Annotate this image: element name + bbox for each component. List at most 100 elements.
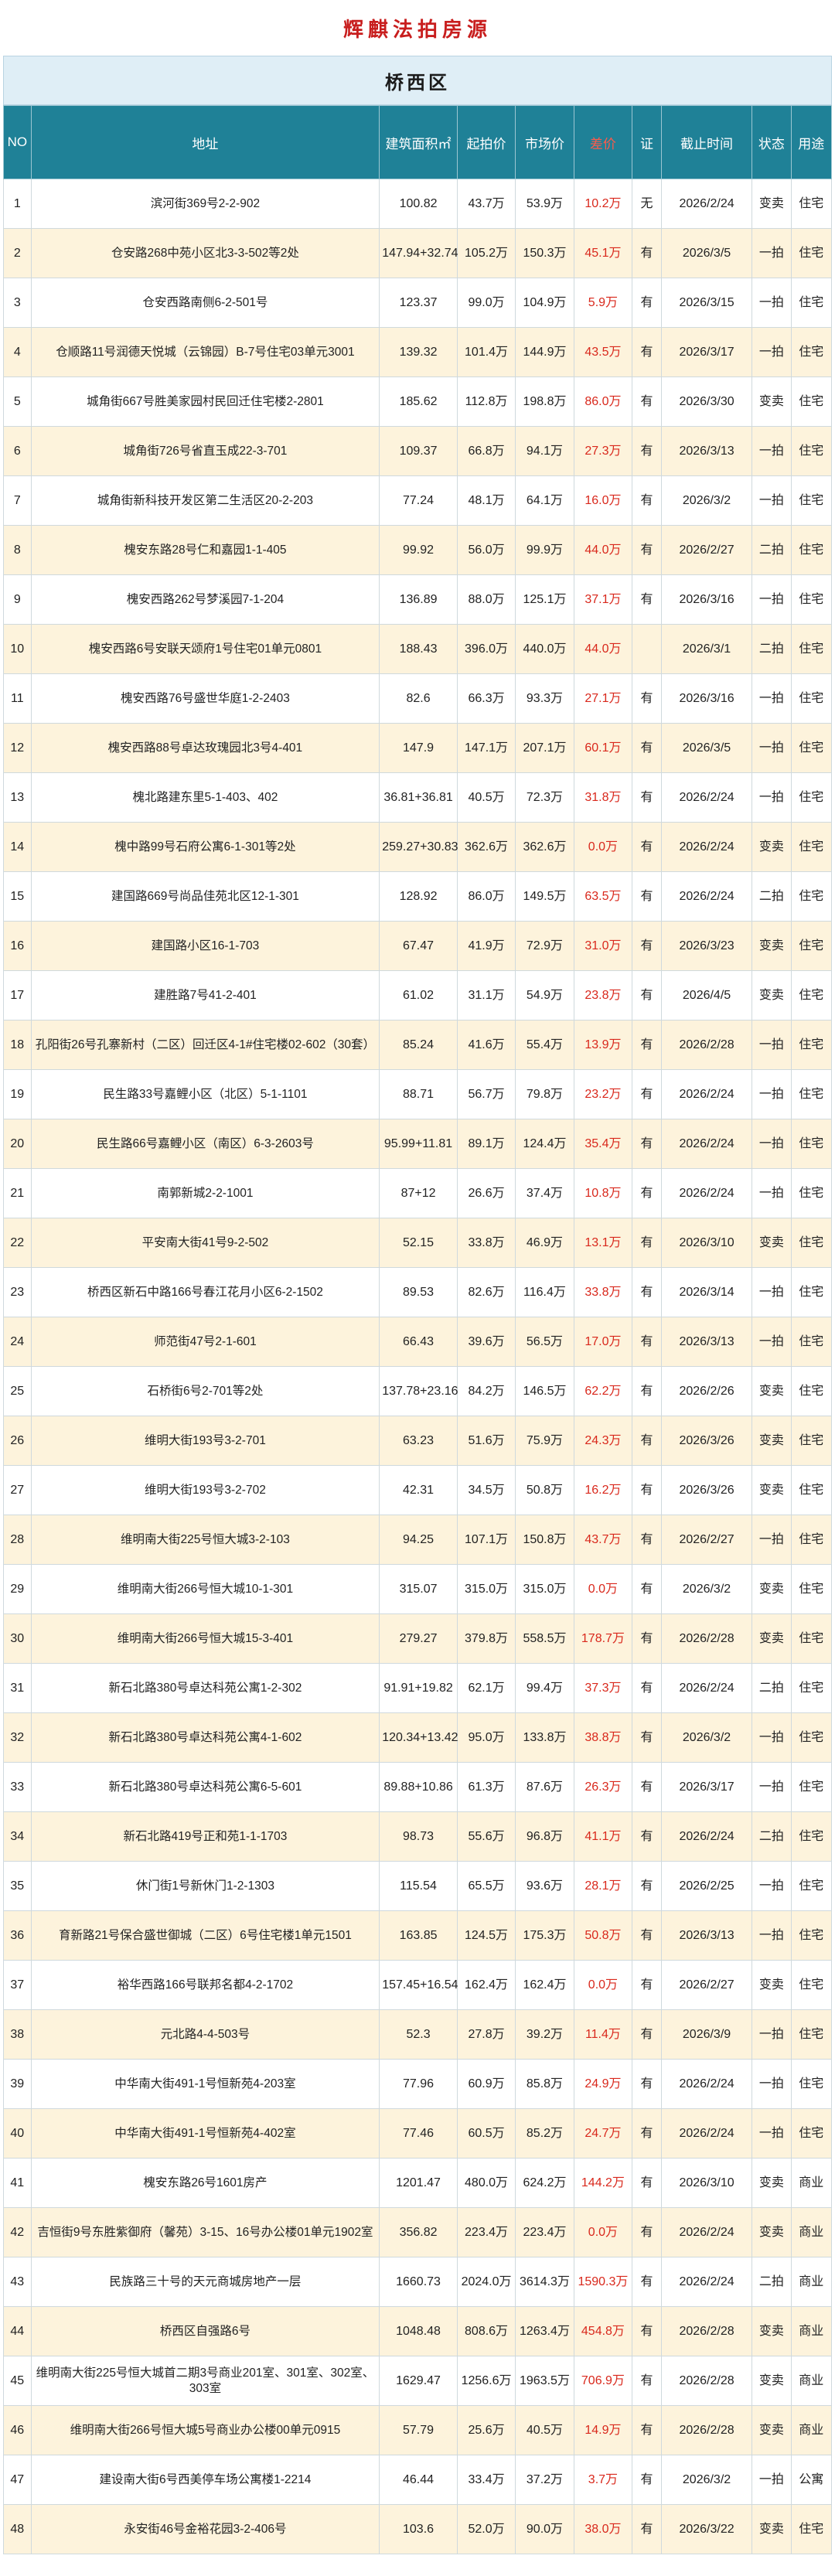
cell-area: 120.34+13.42 xyxy=(379,1712,458,1763)
cell-usage: 住宅 xyxy=(790,1317,833,1367)
cell-area: 356.82 xyxy=(379,2207,458,2257)
cell-diff: 31.0万 xyxy=(573,921,633,971)
cell-deadline: 2026/3/26 xyxy=(660,1416,753,1466)
cell-area: 163.85 xyxy=(379,1910,458,1961)
cell-cert xyxy=(632,624,662,674)
header-area: 建筑面积㎡ xyxy=(379,105,458,179)
cell-no: 10 xyxy=(3,624,32,674)
cell-area: 315.07 xyxy=(379,1564,458,1614)
cell-address: 槐北路建东里5-1-403、402 xyxy=(30,772,380,823)
cell-no: 48 xyxy=(3,2504,32,2554)
cell-address: 仓安路268中苑小区北3-3-502等2处 xyxy=(30,228,380,278)
table-row: 38 元北路4-4-503号 52.3 27.8万 39.2万 11.4万有 2026/3/… xyxy=(3,2009,833,2060)
cell-area: 99.92 xyxy=(379,525,458,575)
cell-diff: 10.8万 xyxy=(573,1168,633,1218)
cell-area: 109.37 xyxy=(379,426,458,476)
cell-deadline: 2026/2/24 xyxy=(660,2207,753,2257)
cell-status: 二拍 xyxy=(752,871,792,922)
cell-usage: 住宅 xyxy=(790,327,833,377)
cell-status: 一拍 xyxy=(752,772,792,823)
cell-cert: 有 xyxy=(632,2306,662,2356)
cell-no: 5 xyxy=(3,377,32,427)
table-row: 27 维明大街193号3-2-702 42.31 34.5万 50.8万 16.2万有 20… xyxy=(3,1465,833,1515)
table-row: 46 维明南大街266号恒大城5号商业办公楼00单元0915 57.79 25.6万 4… xyxy=(3,2405,833,2455)
cell-area: 91.91+19.82 xyxy=(379,1663,458,1713)
cell-address: 休门街1号新休门1-2-1303 xyxy=(30,1861,380,1911)
cell-usage: 住宅 xyxy=(790,1069,833,1119)
cell-diff: 24.9万 xyxy=(573,2059,633,2109)
cell-diff: 10.2万 xyxy=(573,179,633,229)
table-row: 39 中华南大街491-1号恒新苑4-203室 77.96 60.9万 85.8万 24.… xyxy=(3,2059,833,2109)
cell-status: 一拍 xyxy=(752,2009,792,2060)
cell-start-price: 2024.0万 xyxy=(456,2257,516,2307)
cell-start-price: 379.8万 xyxy=(456,1613,516,1664)
cell-status: 变卖 xyxy=(752,1465,792,1515)
cell-area: 36.81+36.81 xyxy=(379,772,458,823)
cell-market-price: 99.4万 xyxy=(515,1663,574,1713)
cell-status: 一拍 xyxy=(752,2455,792,2505)
cell-usage: 住宅 xyxy=(790,1564,833,1614)
cell-market-price: 124.4万 xyxy=(515,1119,574,1169)
cell-no: 1 xyxy=(3,179,32,229)
cell-market-price: 72.3万 xyxy=(515,772,574,823)
cell-start-price: 40.5万 xyxy=(456,772,516,823)
cell-no: 32 xyxy=(3,1712,32,1763)
cell-cert: 有 xyxy=(632,2257,662,2307)
cell-market-price: 104.9万 xyxy=(515,278,574,328)
cell-deadline: 2026/2/28 xyxy=(660,2356,753,2406)
cell-status: 二拍 xyxy=(752,2257,792,2307)
table-row: 12 槐安西路88号卓达玫瑰园北3号4-401 147.9 147.1万 207.1万 6… xyxy=(3,723,833,773)
district-name: 桥西区 xyxy=(385,72,450,94)
cell-market-price: 624.2万 xyxy=(515,2158,574,2208)
cell-start-price: 41.6万 xyxy=(456,1020,516,1070)
cell-cert: 有 xyxy=(632,1910,662,1961)
cell-address: 城角街726号省直玉成22-3-701 xyxy=(30,426,380,476)
cell-no: 11 xyxy=(3,673,32,724)
cell-diff: 45.1万 xyxy=(573,228,633,278)
cell-address: 民族路三十号的天元商城房地产一层 xyxy=(30,2257,380,2307)
cell-address: 孔阳街26号孔寨新村（二区）回迁区4-1#住宅楼02-602（30套） xyxy=(30,1020,380,1070)
cell-start-price: 89.1万 xyxy=(456,1119,516,1169)
cell-status: 二拍 xyxy=(752,1811,792,1862)
cell-no: 26 xyxy=(3,1416,32,1466)
cell-no: 22 xyxy=(3,1218,32,1268)
cell-usage: 商业 xyxy=(790,2405,833,2455)
cell-area: 67.47 xyxy=(379,921,458,971)
cell-start-price: 82.6万 xyxy=(456,1267,516,1317)
cell-area: 279.27 xyxy=(379,1613,458,1664)
cell-address: 槐安东路28号仁和嘉园1-1-405 xyxy=(30,525,380,575)
cell-market-price: 146.5万 xyxy=(515,1366,574,1416)
cell-deadline: 2026/3/2 xyxy=(660,2455,753,2505)
table-row: 2 仓安路268中苑小区北3-3-502等2处 147.94+32.74 105.2万… xyxy=(3,228,833,278)
cell-address: 建国路小区16-1-703 xyxy=(30,921,380,971)
cell-diff: 38.0万 xyxy=(573,2504,633,2554)
cell-market-price: 99.9万 xyxy=(515,525,574,575)
cell-diff: 35.4万 xyxy=(573,1119,633,1169)
cell-deadline: 2026/2/24 xyxy=(660,1119,753,1169)
cell-diff: 1590.3万 xyxy=(573,2257,633,2307)
cell-no: 44 xyxy=(3,2306,32,2356)
cell-deadline: 2026/3/13 xyxy=(660,426,753,476)
cell-status: 一拍 xyxy=(752,1515,792,1565)
cell-area: 85.24 xyxy=(379,1020,458,1070)
header-usage: 用途 xyxy=(790,105,833,179)
cell-address: 新石北路380号卓达科苑公寓1-2-302 xyxy=(30,1663,380,1713)
cell-status: 一拍 xyxy=(752,475,792,526)
cell-address: 育新路21号保合盛世御城（二区）6号住宅楼1单元1501 xyxy=(30,1910,380,1961)
header-deadline: 截止时间 xyxy=(660,105,753,179)
table-row: 21 南郭新城2-2-1001 87+12 26.6万 37.4万 10.8万有 2026/… xyxy=(3,1168,833,1218)
cell-area: 188.43 xyxy=(379,624,458,674)
cell-usage: 住宅 xyxy=(790,278,833,328)
cell-cert: 有 xyxy=(632,2455,662,2505)
cell-usage: 住宅 xyxy=(790,723,833,773)
cell-no: 2 xyxy=(3,228,32,278)
cell-address: 建国路669号尚品佳苑北区12-1-301 xyxy=(30,871,380,922)
cell-usage: 住宅 xyxy=(790,1613,833,1664)
cell-start-price: 43.7万 xyxy=(456,179,516,229)
cell-no: 38 xyxy=(3,2009,32,2060)
cell-no: 37 xyxy=(3,1960,32,2010)
table-row: 7 城角街新科技开发区第二生活区20-2-203 77.24 48.1万 64.1万 16… xyxy=(3,475,833,526)
cell-area: 77.24 xyxy=(379,475,458,526)
cell-start-price: 315.0万 xyxy=(456,1564,516,1614)
cell-usage: 住宅 xyxy=(790,2059,833,2109)
